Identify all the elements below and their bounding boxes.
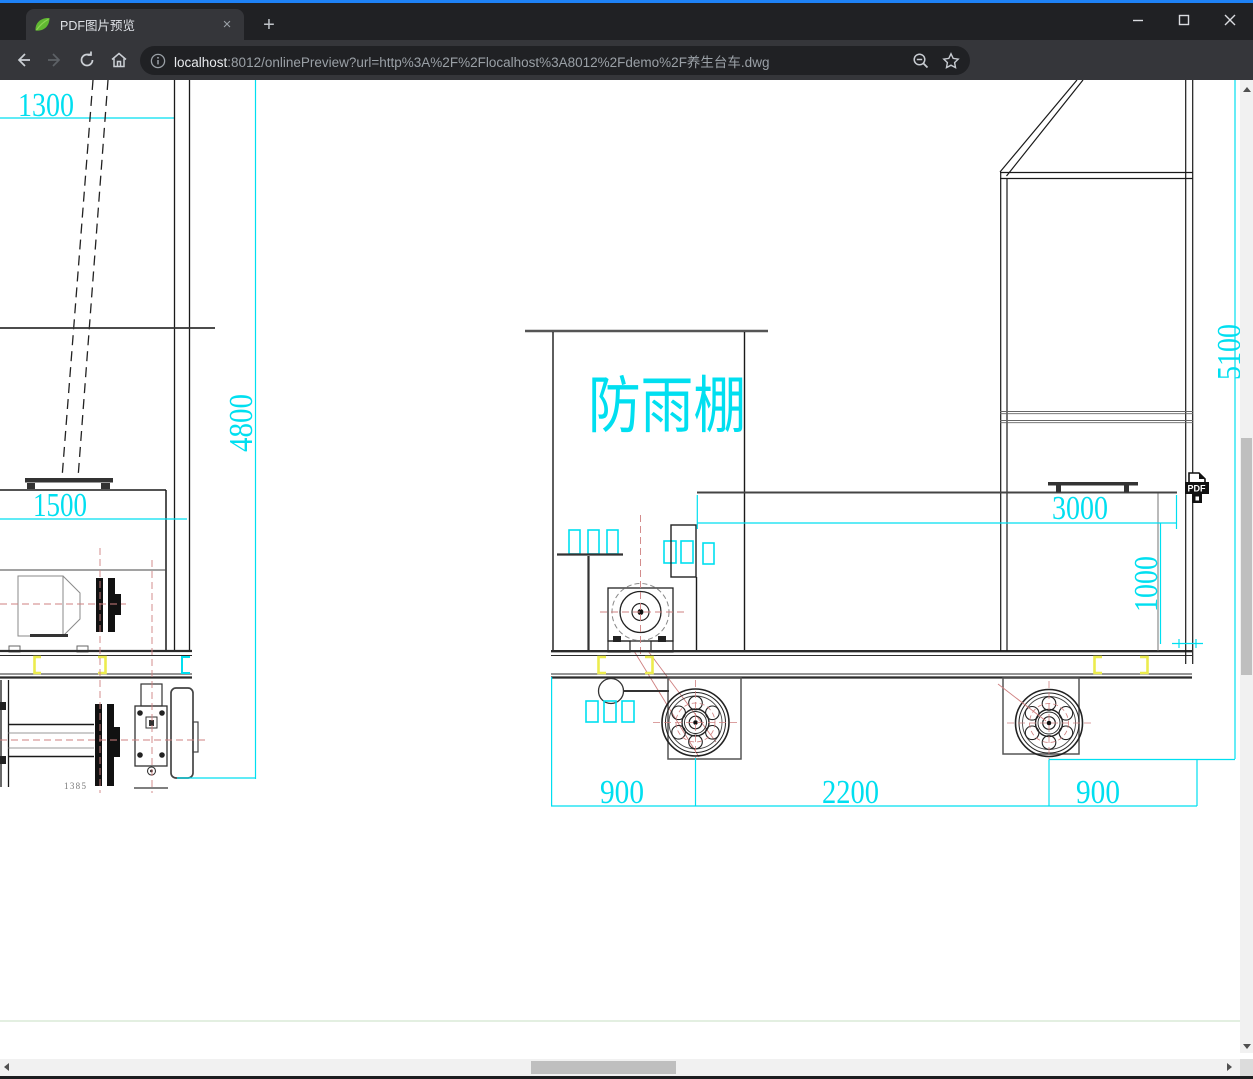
canopy-label: 防雨棚 xyxy=(588,373,746,441)
scroll-left-arrow-icon[interactable] xyxy=(4,1063,9,1071)
url-host: localhost xyxy=(174,54,228,70)
reload-button[interactable] xyxy=(72,45,102,75)
bogies xyxy=(585,677,1091,765)
pdf-badge-label: PDF xyxy=(1188,484,1207,494)
back-button[interactable] xyxy=(8,45,38,75)
zoom-indicator-icon[interactable] xyxy=(912,52,930,70)
frame-beam xyxy=(551,650,1192,679)
maximize-icon xyxy=(1178,14,1190,26)
dim-1300: 1300 xyxy=(18,87,74,124)
minimize-button[interactable] xyxy=(1115,0,1161,40)
scroll-down-arrow-icon[interactable] xyxy=(1243,1044,1251,1049)
dim-900-left: 900 xyxy=(600,774,644,811)
browser-toolbar: localhost:8012/onlinePreview?url=http%3A… xyxy=(0,40,1253,114)
reload-icon xyxy=(80,51,94,67)
tab-title: PDF图片预览 xyxy=(60,19,136,33)
close-icon xyxy=(1224,14,1236,26)
left-view xyxy=(0,80,257,793)
dimension-lines xyxy=(550,80,1236,807)
browser-tab[interactable]: PDF图片预览 × xyxy=(26,9,244,40)
page-info-icon[interactable] xyxy=(150,53,166,69)
forward-button[interactable] xyxy=(40,45,70,75)
dim-1385: 1385 xyxy=(64,781,87,791)
spring-leaf-favicon xyxy=(35,17,50,31)
dim-4800: 4800 xyxy=(223,394,260,452)
close-button[interactable] xyxy=(1207,0,1253,40)
dim-1500: 1500 xyxy=(33,487,87,524)
minimize-icon xyxy=(1133,19,1143,22)
scrollbar-corner xyxy=(1240,1059,1253,1076)
pdf-float-button[interactable]: PDF xyxy=(1185,472,1209,503)
vertical-scrollbar-thumb[interactable] xyxy=(1241,438,1252,675)
url-path: :8012/onlinePreview?url=http%3A%2F%2Floc… xyxy=(227,54,770,70)
cad-drawing-canvas: 1300 4800 1500 1385 防雨棚 900 2200 900 300… xyxy=(0,80,1248,1022)
dim-2200: 2200 xyxy=(822,774,879,811)
home-icon xyxy=(111,52,127,68)
address-bar[interactable]: localhost:8012/onlinePreview?url=http%3A… xyxy=(140,46,970,75)
right-wheel xyxy=(997,681,1091,765)
left-wheel xyxy=(653,680,738,765)
page-content: 1300 4800 1500 1385 防雨棚 900 2200 900 300… xyxy=(0,80,1253,1079)
browser-window: PDF图片预览 × + localhost:8012/onlinePreview… xyxy=(0,0,1253,1079)
dim-900-right: 900 xyxy=(1076,774,1120,811)
bookmark-star-icon[interactable] xyxy=(942,51,960,70)
forward-icon xyxy=(48,53,61,67)
horizontal-scrollbar-thumb[interactable] xyxy=(531,1061,676,1074)
window-controls xyxy=(1115,0,1253,40)
horizontal-scrollbar[interactable] xyxy=(0,1059,1240,1076)
maximize-button[interactable] xyxy=(1161,0,1207,40)
cad-texts: 1300 4800 1500 1385 防雨棚 900 2200 900 300… xyxy=(18,87,1248,811)
tab-close-icon[interactable]: × xyxy=(218,16,236,34)
scroll-up-arrow-icon[interactable] xyxy=(1243,87,1251,92)
vertical-scrollbar[interactable] xyxy=(1240,80,1253,1053)
back-icon xyxy=(17,53,30,67)
url-text[interactable]: localhost:8012/onlinePreview?url=http%3A… xyxy=(174,51,912,71)
home-button[interactable] xyxy=(104,45,134,75)
dim-1000: 1000 xyxy=(1128,556,1165,612)
titlebar: PDF图片预览 × + xyxy=(0,0,1253,40)
window-top-accent xyxy=(0,0,1253,3)
new-tab-button[interactable]: + xyxy=(258,15,280,37)
scroll-right-arrow-icon[interactable] xyxy=(1227,1063,1232,1071)
dim-3000: 3000 xyxy=(1052,490,1108,527)
